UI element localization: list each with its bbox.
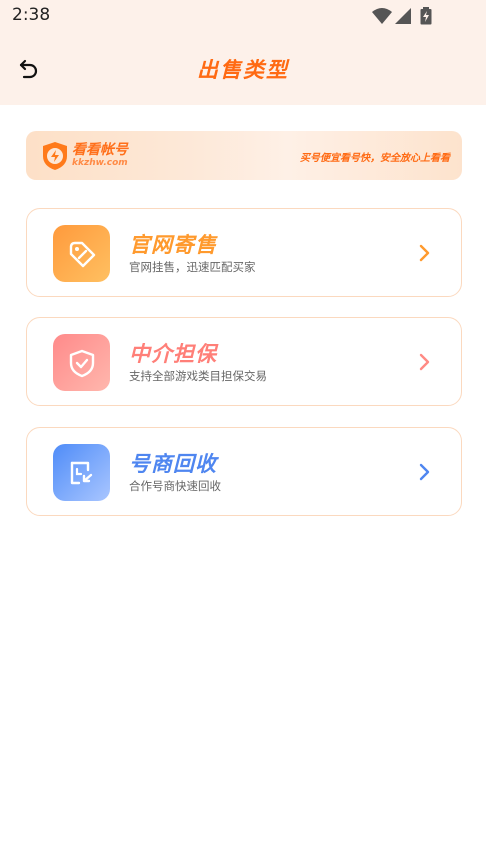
promo-banner[interactable]: 看看帐号 kkzhw.com 买号便宜看号快，安全放心上看看 [26, 131, 462, 180]
price-tag-icon [53, 225, 110, 282]
shield-logo-icon [42, 141, 68, 171]
chevron-right-icon [419, 243, 431, 263]
chevron-right-icon [419, 352, 431, 372]
option-card-consignment[interactable]: 官网寄售 官网挂售，迅速匹配买家 [26, 208, 462, 297]
wifi-icon [372, 7, 392, 29]
option-title: 中介担保 [129, 342, 217, 366]
shield-check-icon [53, 334, 110, 391]
option-desc: 官网挂售，迅速匹配买家 [129, 260, 256, 274]
battery-charging-icon [420, 7, 432, 29]
nav-bar: 出售类型 [0, 38, 486, 102]
chevron-right-icon [419, 462, 431, 482]
status-icons [372, 7, 452, 25]
banner-slogan: 买号便宜看号快，安全放心上看看 [300, 153, 450, 164]
banner-brand: 看看帐号 [72, 142, 128, 158]
option-card-escrow[interactable]: 中介担保 支持全部游戏类目担保交易 [26, 317, 462, 406]
option-title: 官网寄售 [129, 233, 217, 257]
signal-icon [394, 7, 412, 29]
option-card-recycle[interactable]: 号商回收 合作号商快速回收 [26, 427, 462, 516]
recycle-icon [53, 444, 110, 501]
option-title: 号商回收 [129, 452, 217, 476]
option-desc: 合作号商快速回收 [129, 479, 221, 493]
option-desc: 支持全部游戏类目担保交易 [129, 369, 267, 383]
page-title: 出售类型 [197, 58, 289, 82]
banner-domain: kkzhw.com [72, 158, 128, 168]
status-time: 2:38 [12, 5, 51, 25]
status-bar: 2:38 [0, 0, 486, 32]
